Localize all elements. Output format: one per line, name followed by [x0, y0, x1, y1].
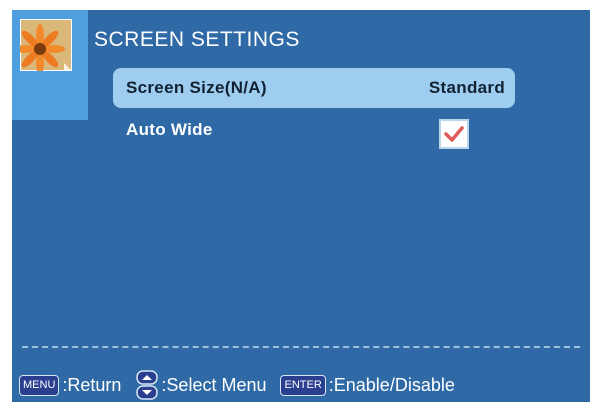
- enter-key-action: :Enable/Disable: [328, 374, 455, 395]
- page-title: SCREEN SETTINGS: [94, 28, 300, 51]
- flower-picture-icon: [20, 19, 72, 71]
- footer-help-bar: MENU :Return :Select Menu ENTER :Enable/…: [19, 370, 469, 400]
- checkmark-icon: [444, 126, 464, 142]
- menu-item-value: Standard: [428, 78, 505, 97]
- menu-key-badge: MENU: [19, 374, 60, 396]
- menu-thumbnail: [12, 10, 88, 120]
- enter-key-badge: ENTER: [280, 374, 326, 396]
- menu-item-label: Screen Size(N/A): [126, 78, 267, 97]
- auto-wide-checkbox[interactable]: [439, 119, 469, 149]
- menu-key-action: :Return: [62, 374, 122, 395]
- nav-action: :Select Menu: [161, 374, 267, 395]
- osd-menu-panel: SCREEN SETTINGS Screen Size(N/A) Standar…: [12, 10, 590, 402]
- up-down-arrows-icon: [135, 370, 159, 400]
- menu-item-screen-size[interactable]: Screen Size(N/A) Standard: [113, 68, 515, 108]
- footer-divider: [22, 346, 580, 348]
